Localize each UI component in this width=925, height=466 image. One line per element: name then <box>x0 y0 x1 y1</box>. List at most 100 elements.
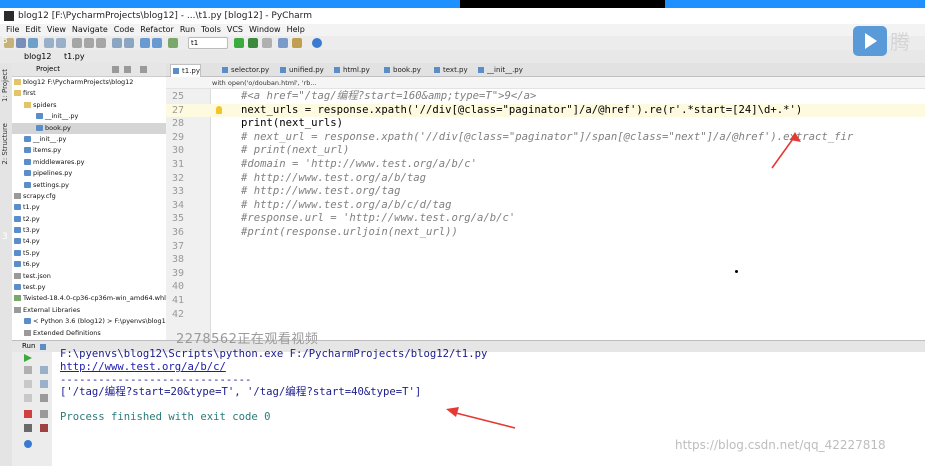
tree-item[interactable]: t3.py <box>12 225 166 236</box>
code-text: # http://www.test.org/a/b/c/d/tag <box>241 198 452 211</box>
copy-icon[interactable] <box>84 38 94 48</box>
menu-view[interactable]: View <box>47 25 66 34</box>
editor-tab[interactable]: text.py <box>432 64 468 76</box>
redo-icon[interactable] <box>56 38 66 48</box>
layout-icon[interactable] <box>24 394 32 402</box>
console-link[interactable]: http://www.test.org/a/b/c/ <box>60 361 226 373</box>
structure-tool-tab[interactable]: 2: Structure <box>1 123 9 165</box>
sync-icon[interactable] <box>28 38 38 48</box>
tree-item[interactable]: t6.py <box>12 259 166 270</box>
settings-icon[interactable] <box>292 38 302 48</box>
tree-item[interactable]: Twisted-18.4.0-cp36-cp36m-win_amd64.whl <box>12 293 166 304</box>
run-config-select[interactable]: t1 <box>188 37 228 49</box>
tree-item[interactable]: External Libraries <box>12 305 166 316</box>
cut-icon[interactable] <box>72 38 82 48</box>
menu-run[interactable]: Run <box>180 25 195 34</box>
tree-item[interactable]: test.py <box>12 282 166 293</box>
print-icon[interactable] <box>40 410 48 418</box>
build-icon[interactable] <box>168 38 178 48</box>
tree-item[interactable]: __init__.py <box>12 111 166 122</box>
tree-item[interactable]: spiders <box>12 100 166 111</box>
nav-crumb-file[interactable]: t1.py <box>64 50 85 63</box>
tree-item[interactable]: Extended Definitions <box>12 328 166 339</box>
pin-icon[interactable] <box>24 424 32 432</box>
line-number: 29 <box>171 131 184 143</box>
clear-console-icon[interactable] <box>40 424 48 432</box>
scroll-up-icon[interactable] <box>40 366 48 374</box>
scroll-down-icon[interactable] <box>40 380 48 388</box>
tree-item-label: settings.py <box>33 180 69 189</box>
tree-item[interactable]: __init__.py <box>12 134 166 145</box>
debug-breakpoint-icon[interactable] <box>24 410 32 418</box>
undo-icon[interactable] <box>44 38 54 48</box>
forward-icon[interactable] <box>152 38 162 48</box>
menu-help[interactable]: Help <box>287 25 305 34</box>
menu-edit[interactable]: Edit <box>25 25 41 34</box>
tree-item[interactable]: t4.py <box>12 236 166 247</box>
stop-icon[interactable] <box>262 38 272 48</box>
tree-item-label: t5.py <box>23 248 40 257</box>
code-line: 38 <box>166 253 925 267</box>
menu-window[interactable]: Window <box>249 25 281 34</box>
editor-tab[interactable]: html.py <box>332 64 370 76</box>
code-line: 40 <box>166 280 925 294</box>
lightbulb-icon[interactable] <box>216 105 222 114</box>
title-bar: blog12 [F:\PycharmProjects\blog12] - ...… <box>0 8 925 24</box>
tree-item[interactable]: blog12 F:\PycharmProjects\blog12 <box>12 77 166 88</box>
tree-item[interactable]: first <box>12 88 166 99</box>
editor-breadcrumb[interactable]: with open('o/douban.html', 'rb... <box>166 77 925 89</box>
menu-navigate[interactable]: Navigate <box>72 25 108 34</box>
tree-item[interactable]: book.py <box>12 122 166 134</box>
tree-item[interactable]: t5.py <box>12 248 166 259</box>
scroll-from-source-icon[interactable] <box>112 66 119 73</box>
soft-wrap-icon[interactable] <box>40 394 48 402</box>
line-number: 33 <box>171 186 184 198</box>
menu-file[interactable]: File <box>6 25 19 34</box>
tree-item[interactable]: < Python 3.6 (blog12) > F:\pyenvs\blog12 <box>12 316 166 327</box>
tree-item[interactable]: scrapy.cfg <box>12 191 166 202</box>
tree-item[interactable]: t1.py <box>12 202 166 213</box>
collapse-all-icon[interactable] <box>124 66 131 73</box>
python-file-icon <box>24 158 31 165</box>
tree-item-label: External Libraries <box>23 305 81 314</box>
help-icon[interactable] <box>312 38 322 48</box>
editor-tab[interactable]: __init__.py <box>476 64 523 76</box>
editor-tab[interactable]: selector.py <box>220 64 269 76</box>
menu-code[interactable]: Code <box>114 25 134 34</box>
code-lines[interactable]: 25 #<a href="/tag/编程?start=160&amp;type=T… <box>166 90 925 321</box>
editor-tab[interactable]: unified.py <box>278 64 324 76</box>
stop-run-icon[interactable] <box>24 366 32 374</box>
gear-icon[interactable] <box>140 66 147 73</box>
tree-item[interactable]: middlewares.py <box>12 157 166 168</box>
vcs-update-icon[interactable] <box>278 38 288 48</box>
tree-item[interactable]: t2.py <box>12 214 166 225</box>
back-icon[interactable] <box>140 38 150 48</box>
run-tab-label[interactable]: Run <box>22 341 35 352</box>
line-number: 31 <box>171 158 184 170</box>
code-text: # next_url = response.xpath('//div[@clas… <box>241 130 854 143</box>
rerun-icon[interactable] <box>24 354 32 362</box>
pycharm-window: blog12 [F:\PycharmProjects\blog12] - ...… <box>0 0 925 466</box>
pause-icon[interactable] <box>24 380 32 388</box>
nav-crumb-project[interactable]: blog12 <box>24 50 51 63</box>
debug-icon[interactable] <box>248 38 258 48</box>
project-view-select[interactable]: Project <box>36 63 60 76</box>
find-icon[interactable] <box>112 38 122 48</box>
save-icon[interactable] <box>16 38 26 48</box>
menu-vcs[interactable]: VCS <box>227 25 243 34</box>
paste-icon[interactable] <box>96 38 106 48</box>
run-help-icon[interactable] <box>24 440 32 448</box>
tree-item[interactable]: items.py <box>12 145 166 156</box>
tree-item[interactable]: pipelines.py <box>12 168 166 179</box>
tree-item[interactable]: settings.py <box>12 180 166 191</box>
run-icon[interactable] <box>234 38 244 48</box>
tree-item[interactable]: test.json <box>12 271 166 282</box>
line-number: 28 <box>171 118 184 130</box>
menu-tools[interactable]: Tools <box>201 25 221 34</box>
line-number: 35 <box>171 213 184 225</box>
editor-tab[interactable]: t1.py <box>170 64 202 77</box>
replace-icon[interactable] <box>124 38 134 48</box>
menu-refactor[interactable]: Refactor <box>140 25 174 34</box>
editor-tab[interactable]: book.py <box>382 64 421 76</box>
project-tool-tab[interactable]: 1: Project <box>1 69 9 102</box>
